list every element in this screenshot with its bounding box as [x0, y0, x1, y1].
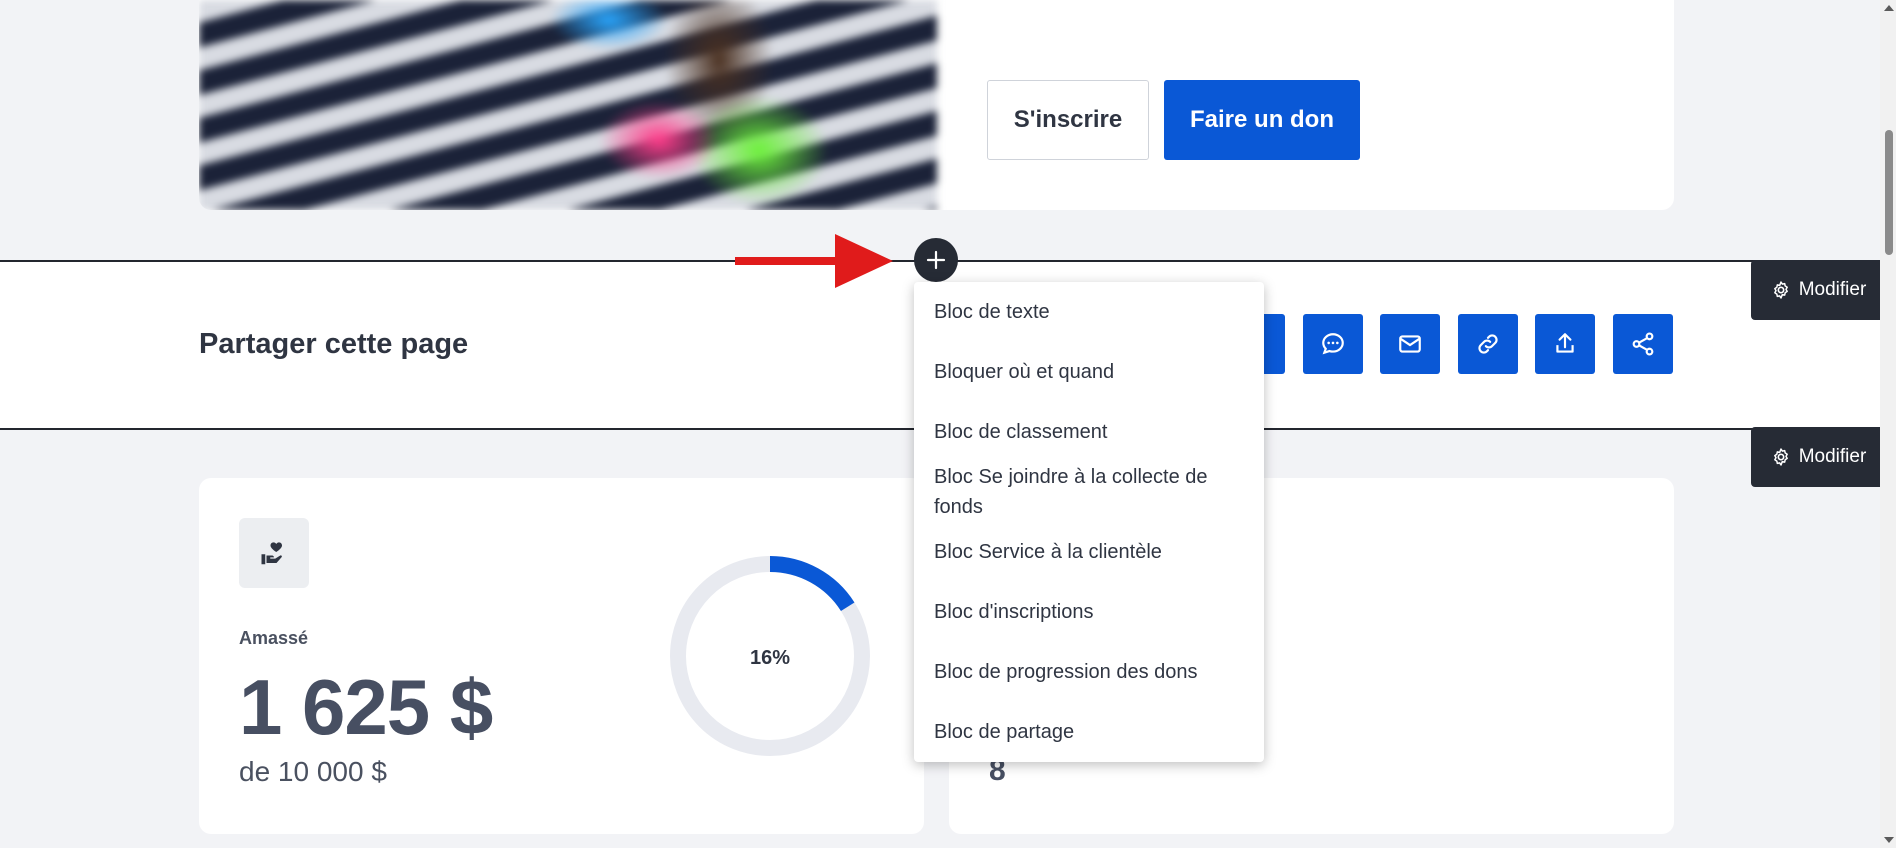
share-section-title: Partager cette page: [199, 328, 469, 360]
scroll-down-arrow-icon[interactable]: [1883, 836, 1895, 844]
raised-stat-card: Amassé 1 625 $ de 10 000 $ 16%: [199, 478, 924, 834]
share-email-button[interactable]: [1380, 314, 1440, 374]
menu-item-join-fundraiser-block[interactable]: Bloc Se joindre à la collecte de fonds: [934, 462, 1244, 522]
menu-item-customer-service-block[interactable]: Bloc Service à la clientèle: [934, 537, 1162, 567]
modifier-button-share-section[interactable]: Modifier: [1751, 260, 1886, 320]
donation-icon-box: [239, 518, 309, 588]
scroll-up-arrow-icon[interactable]: [1883, 4, 1895, 12]
raised-amount: 1 625 $: [239, 663, 493, 751]
plus-icon: [926, 250, 946, 270]
share-upload-button[interactable]: [1535, 314, 1595, 374]
menu-item-donation-progress-block[interactable]: Bloc de progression des dons: [934, 657, 1198, 687]
annotation-arrow-icon: [735, 234, 893, 288]
menu-item-leaderboard-block[interactable]: Bloc de classement: [934, 417, 1107, 447]
message-icon: [1322, 333, 1344, 355]
gear-icon: [1773, 448, 1788, 466]
donate-button[interactable]: Faire un don: [1164, 80, 1360, 160]
menu-item-share-block[interactable]: Bloc de partage: [934, 717, 1074, 747]
share-message-button[interactable]: [1303, 314, 1363, 374]
modifier-button-stats-section[interactable]: Modifier: [1751, 427, 1886, 487]
progress-percent: 16%: [750, 647, 790, 669]
gear-icon: [1773, 281, 1788, 299]
goal-amount: de 10 000 $: [239, 756, 387, 787]
link-icon: [1478, 334, 1498, 354]
share-generic-button[interactable]: [1613, 314, 1673, 374]
add-block-button[interactable]: [914, 238, 958, 282]
share-icon: [1632, 332, 1654, 356]
hand-heart-icon: [261, 542, 282, 565]
upload-share-icon: [1556, 333, 1574, 353]
share-link-button[interactable]: [1458, 314, 1518, 374]
email-icon: [1399, 335, 1421, 353]
scrollbar-track[interactable]: [1880, 0, 1896, 848]
menu-item-where-when-block[interactable]: Bloquer où et quand: [934, 357, 1114, 387]
menu-item-text-block[interactable]: Bloc de texte: [934, 297, 1050, 327]
menu-item-registrations-block[interactable]: Bloc d'inscriptions: [934, 597, 1093, 627]
modifier-label: Modifier: [1798, 279, 1867, 300]
hero-card: [199, 0, 1674, 210]
raised-label: Amassé: [239, 628, 309, 648]
scrollbar-thumb[interactable]: [1885, 130, 1893, 255]
add-block-menu: Bloc de texte Bloquer où et quand Bloc d…: [914, 282, 1264, 762]
hero-image: [199, 0, 937, 210]
modifier-label: Modifier: [1798, 446, 1867, 467]
signup-button[interactable]: S'inscrire: [987, 80, 1149, 160]
progress-ring: 16%: [670, 556, 870, 756]
